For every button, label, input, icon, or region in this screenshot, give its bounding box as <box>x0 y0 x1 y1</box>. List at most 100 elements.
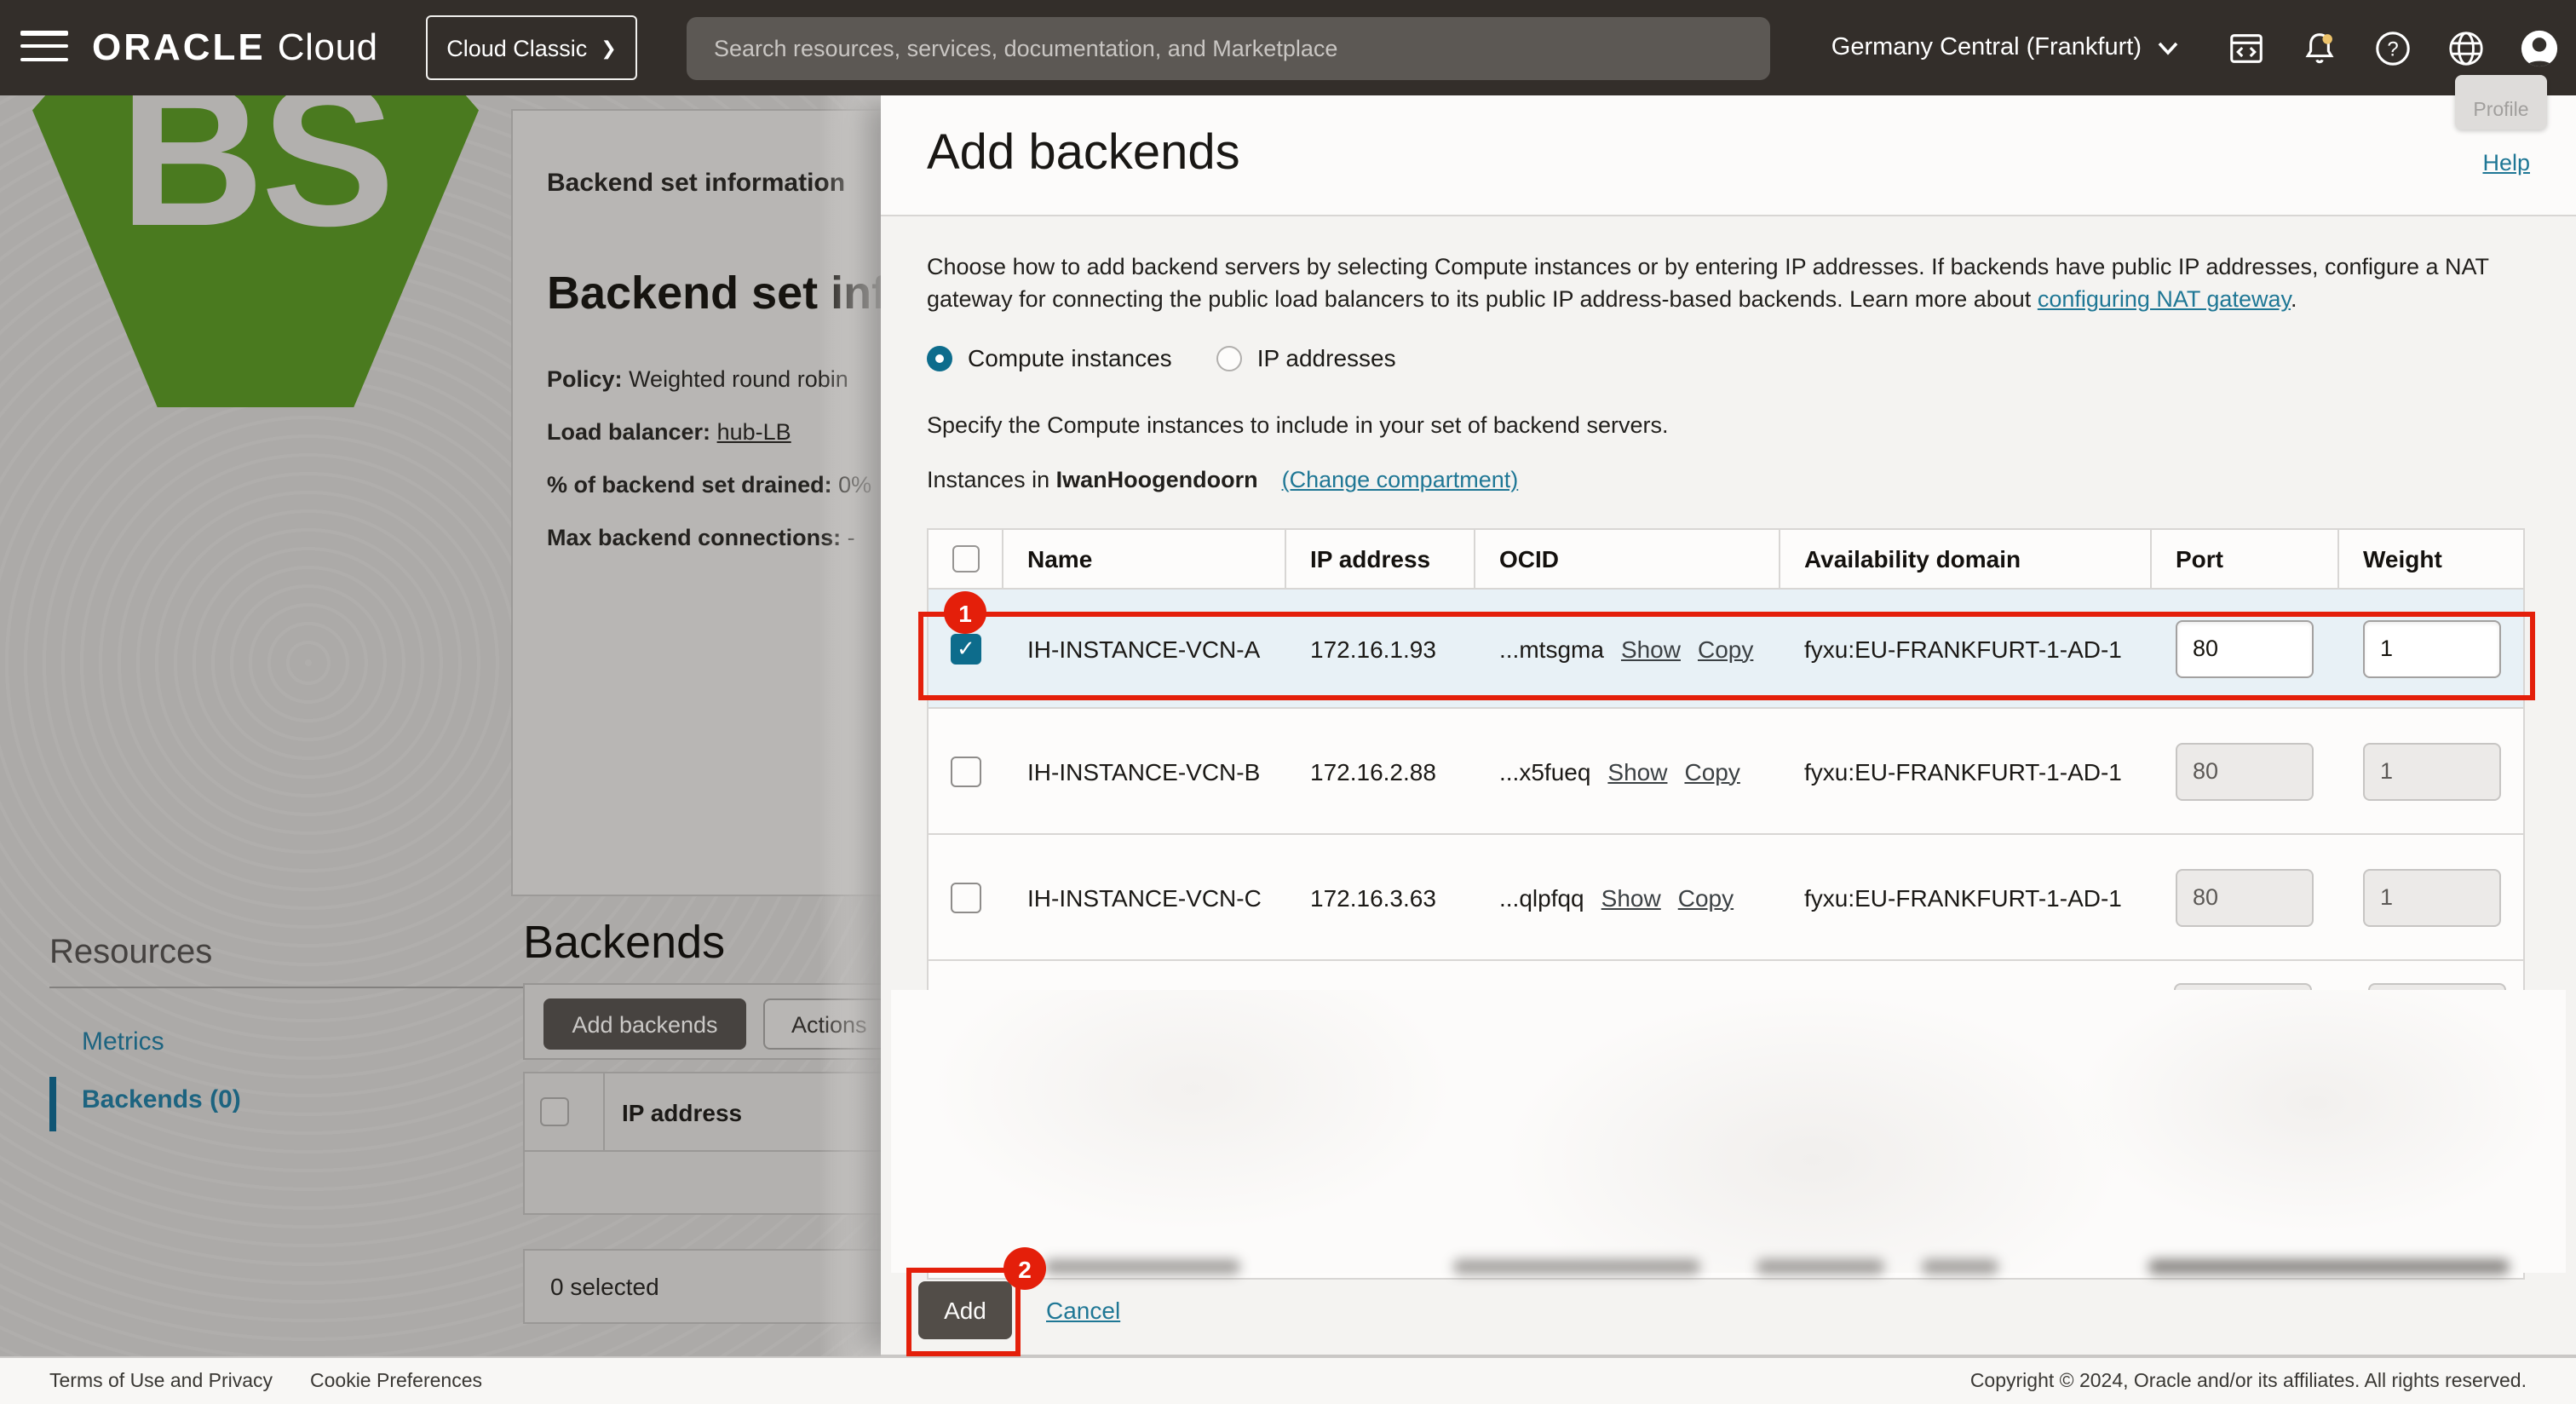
sidebar-item-backends: Backends (0) <box>82 1085 241 1114</box>
profile-avatar-icon[interactable] <box>2518 27 2559 68</box>
backend-set-icon: BS <box>32 95 479 407</box>
change-compartment-link[interactable]: (Change compartment) <box>1282 467 1519 492</box>
instance-ocid: ...qlpfqq <box>1499 883 1584 911</box>
copyright-text: Copyright © 2024, Oracle and/or its affi… <box>1970 1372 2527 1392</box>
brand-oracle: ORACLE <box>92 26 266 70</box>
chevron-down-icon <box>2157 40 2179 55</box>
weight-input[interactable] <box>2363 868 2501 926</box>
select-all-checkbox[interactable] <box>952 545 979 573</box>
region-selector[interactable]: Germany Central (Frankfurt) <box>1831 34 2179 61</box>
panel-header: Add backends <box>881 95 2576 216</box>
notifications-bell-icon[interactable] <box>2298 27 2339 68</box>
load-balancer-field: Load balancer: hub-LB <box>547 419 791 445</box>
help-icon[interactable]: ? <box>2372 27 2412 68</box>
annotation-step-badge-1: 1 <box>944 591 986 634</box>
table-row: 1 IH-INSTANCE-VCN-A 172.16.1.93 ...mtsgm… <box>929 590 2523 709</box>
instance-name: IH-INSTANCE-VCN-B <box>1003 709 1286 833</box>
hamburger-menu-icon[interactable] <box>20 31 68 65</box>
configuring-nat-gateway-link[interactable]: configuring NAT gateway <box>2038 286 2291 312</box>
annotation-step-badge-2: 2 <box>1003 1247 1046 1290</box>
table-row: IH-INSTANCE-VCN-B 172.16.2.88 ...x5fueq S… <box>929 709 2523 835</box>
sidebar-item-metrics: Metrics <box>82 1027 164 1056</box>
cloud-shell-icon[interactable] <box>2225 27 2266 68</box>
add-backends-button-dimmed: Add backends <box>543 998 746 1050</box>
port-input[interactable] <box>2176 742 2314 800</box>
instance-ocid: ...mtsgma <box>1499 635 1604 662</box>
column-header-ad: Availability domain <box>1780 530 2152 588</box>
top-bar: ORACLE Cloud Cloud Classic ❯ Germany Cen… <box>0 0 2576 95</box>
panel-description: Choose how to add backend servers by sel… <box>927 250 2535 315</box>
radio-unselected-icon <box>1216 345 1242 371</box>
radio-ip-addresses[interactable]: IP addresses <box>1216 344 1396 371</box>
weight-input[interactable] <box>2363 619 2501 677</box>
row-checkbox[interactable] <box>951 756 981 786</box>
select-all-checkbox-dimmed <box>540 1097 569 1126</box>
svg-text:?: ? <box>2386 37 2397 60</box>
instances-compartment-line: Instances in IwanHoogendoorn(Change comp… <box>927 467 1518 492</box>
instance-ip: 172.16.1.93 <box>1286 590 1475 707</box>
port-input[interactable] <box>2176 619 2314 677</box>
port-input[interactable] <box>2176 868 2314 926</box>
backends-heading: Backends <box>523 917 725 970</box>
radio-compute-instances[interactable]: Compute instances <box>927 344 1172 371</box>
oracle-cloud-console: ORACLE Cloud Cloud Classic ❯ Germany Cen… <box>0 0 2576 1404</box>
table-row: IH-INSTANCE-VCN-C 172.16.3.63 ...qlpfqqS… <box>929 835 2523 961</box>
column-header-name: Name <box>1003 530 1286 588</box>
add-backends-panel: Add backends Help Choose how to add back… <box>881 95 2576 1356</box>
blurred-table-region <box>891 990 2566 1273</box>
policy-field: Policy: Weighted round robin <box>547 366 848 392</box>
instance-ad: fyxu:EU-FRANKFURT-1-AD-1 <box>1780 590 2152 707</box>
table-header-row: Name IP address OCID Availability domain… <box>929 530 2523 590</box>
row-checkbox[interactable] <box>951 882 981 912</box>
backend-set-badge-letters: BS <box>119 95 392 407</box>
chevron-right-icon: ❯ <box>601 37 616 60</box>
region-label: Germany Central (Frankfurt) <box>1831 34 2142 61</box>
page-footer: Terms of Use and Privacy Cookie Preferen… <box>0 1356 2576 1404</box>
column-header-ocid: OCID <box>1475 530 1780 588</box>
instance-ad: fyxu:EU-FRANKFURT-1-AD-1 <box>1780 709 2152 833</box>
brand-cloud: Cloud <box>278 26 378 70</box>
ip-address-column-header: IP address <box>622 1099 742 1126</box>
globe-language-icon[interactable] <box>2445 27 2486 68</box>
cookie-preferences-link[interactable]: Cookie Preferences <box>310 1372 482 1392</box>
backend-set-information-tab: Backend set information <box>547 169 845 198</box>
active-item-indicator <box>49 1077 56 1131</box>
copy-ocid-link[interactable]: Copy <box>1684 757 1739 785</box>
profile-tooltip: Profile <box>2455 75 2547 129</box>
page-edge-strip <box>819 95 881 1356</box>
terms-of-use-link[interactable]: Terms of Use and Privacy <box>49 1372 273 1392</box>
load-balancer-link: hub-LB <box>717 419 791 445</box>
cancel-link[interactable]: Cancel <box>1046 1297 1120 1324</box>
cloud-classic-button[interactable]: Cloud Classic ❯ <box>426 15 637 80</box>
instance-ad: fyxu:EU-FRANKFURT-1-AD-1 <box>1780 835 2152 959</box>
weight-input[interactable] <box>2363 742 2501 800</box>
resources-heading: Resources <box>49 934 212 973</box>
instance-ip: 172.16.3.63 <box>1286 835 1475 959</box>
help-link[interactable]: Help <box>2482 150 2530 176</box>
instance-ocid: ...x5fueq <box>1499 757 1590 785</box>
search-input[interactable] <box>687 17 1770 80</box>
show-ocid-link[interactable]: Show <box>1607 757 1667 785</box>
cloud-classic-label: Cloud Classic <box>446 35 587 60</box>
copy-ocid-link[interactable]: Copy <box>1698 635 1753 662</box>
add-button[interactable]: Add <box>918 1281 1012 1339</box>
row-checkbox-checked[interactable] <box>951 633 981 664</box>
backend-type-radio-group: Compute instances IP addresses <box>927 344 1396 371</box>
radio-selected-icon <box>927 345 952 371</box>
instance-name: IH-INSTANCE-VCN-A <box>1003 590 1286 707</box>
topbar-right: Germany Central (Frankfurt) ? <box>1831 0 2559 95</box>
show-ocid-link[interactable]: Show <box>1601 883 1661 911</box>
compartment-name: IwanHoogendoorn <box>1056 467 1258 492</box>
specify-instances-text: Specify the Compute instances to include… <box>927 412 1668 438</box>
page-title: Add backends <box>927 126 1240 182</box>
dimmed-background-page: BS Backend set information Backend set i… <box>0 95 881 1356</box>
column-header-weight: Weight <box>2339 530 2523 588</box>
oracle-cloud-logo[interactable]: ORACLE Cloud <box>92 0 378 95</box>
show-ocid-link[interactable]: Show <box>1621 635 1681 662</box>
column-header-ip: IP address <box>1286 530 1475 588</box>
max-connections-field: Max backend connections: - <box>547 525 855 550</box>
column-header-port: Port <box>2152 530 2339 588</box>
copy-ocid-link[interactable]: Copy <box>1678 883 1734 911</box>
profile-tooltip-label: Profile <box>2473 101 2528 121</box>
instance-ip: 172.16.2.88 <box>1286 709 1475 833</box>
